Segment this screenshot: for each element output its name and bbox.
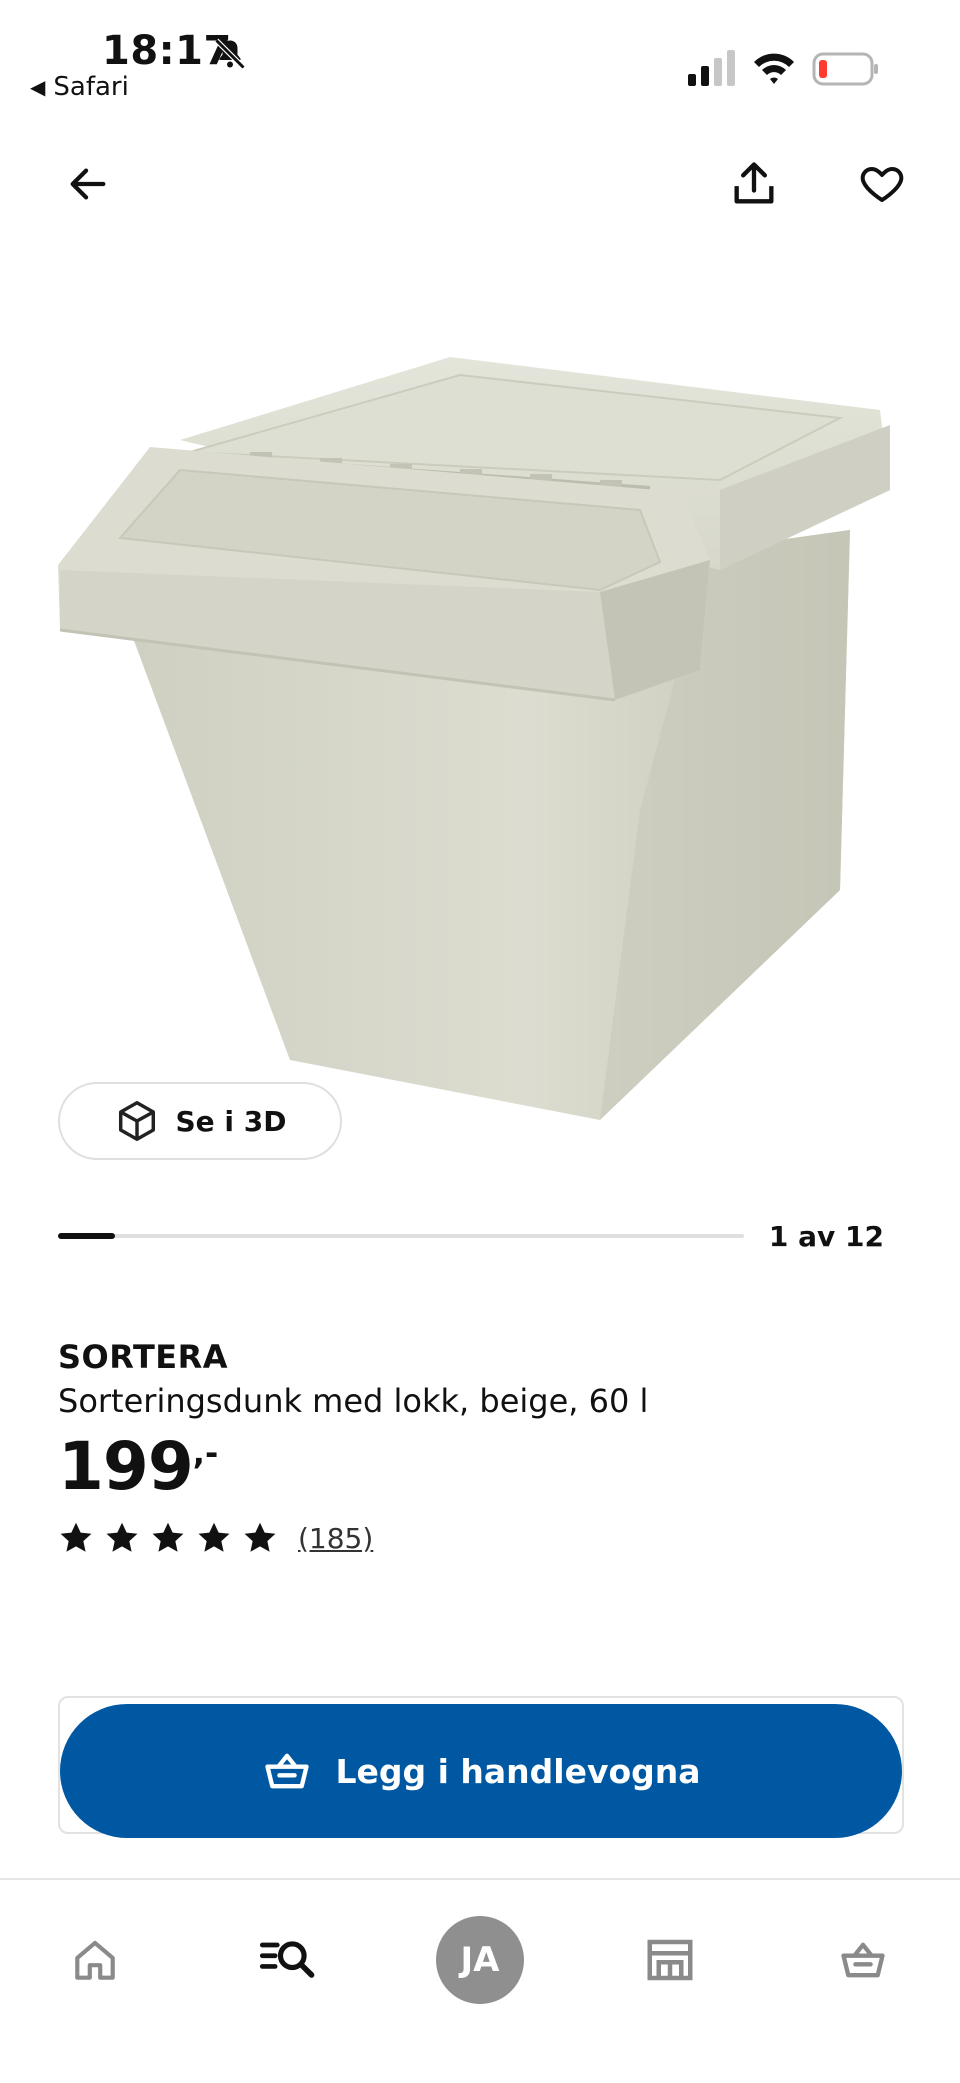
gallery-position-label: 1 av 12 <box>768 1220 884 1253</box>
add-to-cart-label: Legg i handlevogna <box>335 1751 701 1791</box>
shopping-basket-icon <box>265 1753 310 1789</box>
tab-stores[interactable] <box>630 1920 710 2000</box>
bottom-tab-bar: JA <box>0 1878 960 2083</box>
share-button[interactable] <box>722 152 786 216</box>
home-icon <box>75 1940 115 1980</box>
product-rating[interactable]: (185) <box>58 1520 373 1556</box>
product-image[interactable] <box>40 330 920 1120</box>
battery-low-icon <box>812 52 878 86</box>
heart-icon <box>860 167 904 202</box>
store-icon <box>647 1939 693 1981</box>
star-icon <box>198 1522 230 1552</box>
tab-home[interactable] <box>55 1920 135 2000</box>
back-button[interactable] <box>56 152 120 216</box>
arrow-left-icon <box>70 168 106 200</box>
profile-avatar: JA <box>436 1916 524 2004</box>
review-count-link[interactable]: (185) <box>298 1522 373 1555</box>
view-3d-button[interactable]: Se i 3D <box>58 1082 342 1160</box>
share-icon <box>734 162 774 204</box>
tab-search[interactable] <box>248 1920 328 2000</box>
star-icon <box>244 1522 276 1552</box>
tab-profile[interactable]: JA <box>436 1916 524 2004</box>
signal-icon <box>688 50 735 86</box>
product-brand: SORTERA <box>58 1338 229 1376</box>
gallery-progress-bar <box>58 1233 744 1239</box>
star-icon <box>106 1522 138 1552</box>
rating-stars <box>58 1520 278 1556</box>
price-value: 199 <box>58 1428 194 1505</box>
gallery-progress-fill <box>58 1233 116 1239</box>
back-app-label: Safari <box>53 72 129 102</box>
back-to-safari[interactable]: ◀ Safari <box>30 72 129 102</box>
star-icon <box>60 1522 92 1552</box>
search-list-icon <box>259 1941 315 1978</box>
add-to-cart-button[interactable]: Legg i handlevogna <box>60 1704 902 1838</box>
price-suffix: ,- <box>192 1434 219 1472</box>
back-triangle-icon: ◀ <box>30 75 46 99</box>
tab-cart[interactable] <box>823 1920 903 2000</box>
bell-muted-icon <box>214 38 246 70</box>
wifi-icon <box>754 53 794 84</box>
cube-icon <box>118 1101 155 1141</box>
view-3d-label: Se i 3D <box>175 1104 287 1138</box>
cart-icon <box>841 1942 885 1978</box>
product-description: Sorteringsdunk med lokk, beige, 60 l <box>58 1382 649 1420</box>
star-icon <box>152 1522 184 1552</box>
product-price: 199 ,- <box>58 1428 218 1505</box>
favorite-button[interactable] <box>850 152 914 216</box>
